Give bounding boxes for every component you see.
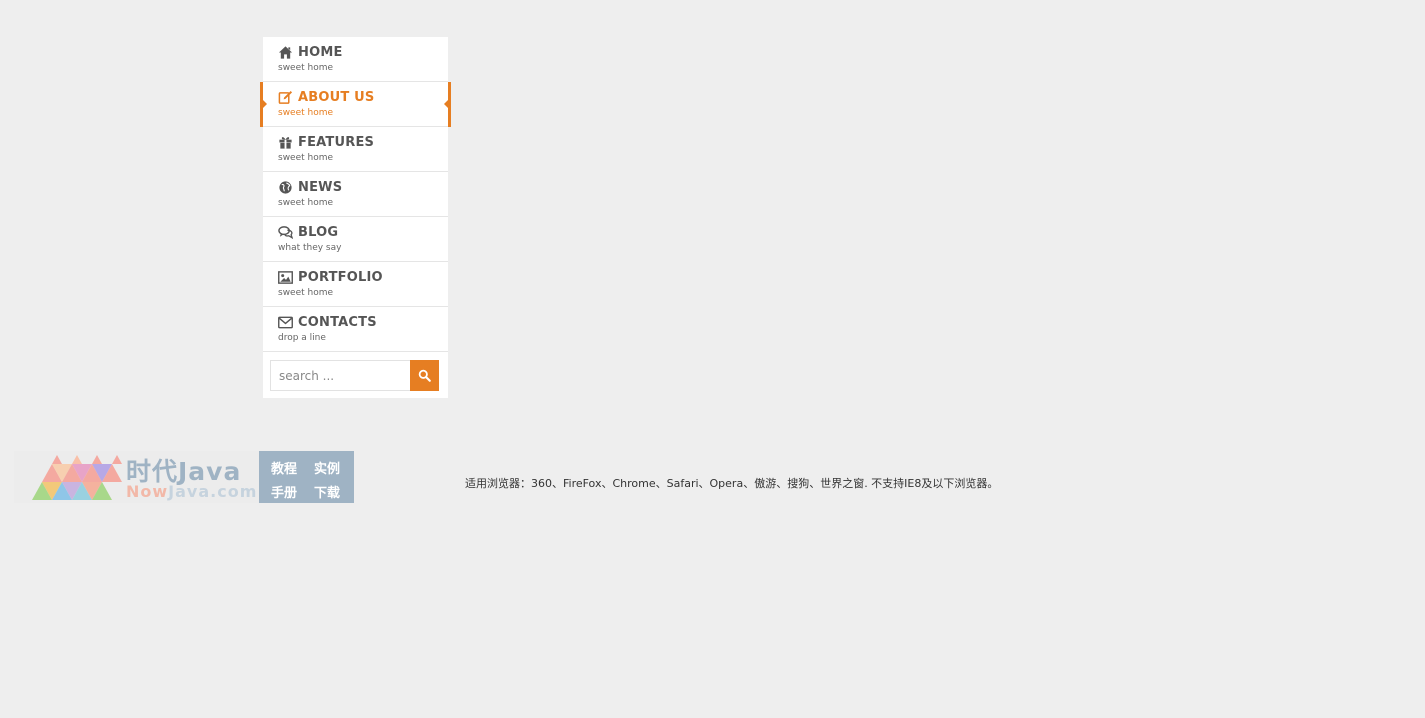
logo-word: 教程 <box>271 462 298 477</box>
search-bar <box>263 352 448 398</box>
menu-item-label: ABOUT US <box>298 90 375 105</box>
comments-icon <box>277 225 293 239</box>
active-arrow-right <box>444 100 448 108</box>
menu-item-features[interactable]: FEATURES sweet home <box>263 127 448 172</box>
envelope-icon <box>277 315 293 329</box>
home-icon <box>277 45 293 59</box>
menu-item-about-us[interactable]: ABOUT US sweet home <box>260 82 451 127</box>
logo-tagline-box: 教程 实例 手册 下载 <box>259 451 354 503</box>
menu-item-subtitle: sweet home <box>278 288 334 298</box>
logo-domain-suffix: Java.com <box>168 482 258 501</box>
logo-word: 实例 <box>314 462 341 477</box>
menu-item-label: PORTFOLIO <box>298 270 383 285</box>
active-arrow-left <box>263 100 267 108</box>
menu-item-subtitle: what they say <box>278 243 342 253</box>
logo-domain: NowJava.com <box>126 482 257 501</box>
search-button[interactable] <box>410 360 439 391</box>
menu-item-news[interactable]: NEWS sweet home <box>263 172 448 217</box>
triangle-mosaic-icon <box>32 455 122 500</box>
menu-item-contacts[interactable]: CONTACTS drop a line <box>263 307 448 352</box>
globe-icon <box>277 180 293 194</box>
menu-item-label: CONTACTS <box>298 315 377 330</box>
picture-icon <box>277 270 293 284</box>
side-menu: HOME sweet home ABOUT US sweet home FEAT… <box>260 37 451 398</box>
menu-item-portfolio[interactable]: PORTFOLIO sweet home <box>263 262 448 307</box>
menu-item-label: NEWS <box>298 180 343 195</box>
menu-item-subtitle: sweet home <box>278 63 334 73</box>
site-logo[interactable]: 时代Java NowJava.com 教程 实例 手册 下载 <box>14 451 354 503</box>
browser-support-note: 适用浏览器：360、FireFox、Chrome、Safari、Opera、傲游… <box>465 477 999 490</box>
logo-domain-prefix: Now <box>126 482 169 501</box>
search-icon <box>418 369 431 382</box>
edit-icon <box>277 90 293 104</box>
menu-item-subtitle: drop a line <box>278 333 326 343</box>
menu-item-blog[interactable]: BLOG what they say <box>263 217 448 262</box>
logo-word: 手册 <box>271 486 298 501</box>
menu-item-home[interactable]: HOME sweet home <box>263 37 448 82</box>
menu-item-subtitle: sweet home <box>278 108 334 118</box>
active-indicator-right <box>448 82 451 127</box>
logo-word: 下载 <box>314 486 341 501</box>
menu-item-label: FEATURES <box>298 135 375 150</box>
gift-icon <box>277 135 293 149</box>
menu-item-label: BLOG <box>298 225 339 240</box>
menu-item-label: HOME <box>298 45 343 60</box>
menu-item-subtitle: sweet home <box>278 153 334 163</box>
search-input[interactable] <box>270 360 410 391</box>
menu-item-subtitle: sweet home <box>278 198 334 208</box>
